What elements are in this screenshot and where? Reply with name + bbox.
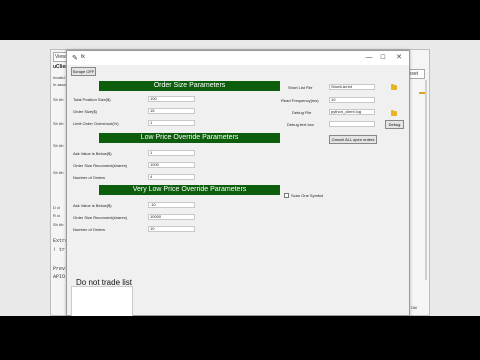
background-mono-line: ! tr [53,247,66,253]
desktop-screen: View uClient Invalid ip In assoc Sh #h S… [0,40,480,316]
background-log-line: Sh #h [53,170,64,175]
maximize-button[interactable]: ☐ [377,53,389,63]
short-list-label: Short List File [288,85,313,90]
read-frequency-label: Read Frequency(ms) [281,98,319,103]
scan-one-symbol-checkbox[interactable] [284,193,289,198]
low-size-field[interactable]: 1000 [148,162,195,168]
feather-icon: ✎ [72,55,78,62]
background-mono-line: APIO [53,274,66,280]
very-low-number-field[interactable]: 10 [148,226,195,232]
low-ask-field[interactable]: 1 [148,150,195,156]
background-log-line: Sh #h [53,143,64,148]
cancel-all-orders-button[interactable]: Cancel ALL open orders [329,135,377,144]
total-position-field[interactable]: 100 [148,96,195,102]
short-list-field[interactable]: ShortList.txt [329,84,375,90]
very-low-size-field[interactable]: 10000 [148,214,195,220]
scrape-toggle-button[interactable]: Scrape OFF [71,67,96,76]
very-low-ask-label: Ask Value is Below($) [73,203,112,208]
background-log-line: R cl [53,213,60,218]
debug-button[interactable]: Debug [385,120,404,129]
video-letterbox-top [0,0,480,40]
background-log-line: Sh #h [53,97,64,102]
low-price-header: Low Price Override Parameters [99,133,280,143]
folder-icon[interactable] [391,110,397,116]
order-size-label: Order Size($) [73,109,98,114]
debug-file-field[interactable]: python_client.log [329,109,375,115]
total-position-label: Total Position Size($) [73,97,111,102]
limit-overshoot-field[interactable]: 1 [148,120,195,126]
order-size-field[interactable]: 15 [148,108,195,114]
order-size-header: Order Size Parameters [99,81,280,91]
tk-dialog-window: ✎ tk — ☐ ✕ Scrape OFF Order Size Paramet… [66,50,410,316]
background-bottom-label: Obi [410,305,417,310]
scan-one-symbol-label: Scan One Symbol [291,193,324,198]
background-scrollbar[interactable] [425,80,427,280]
minimize-button[interactable]: — [363,53,375,63]
low-number-label: Number of Orders [73,175,106,180]
very-low-size-label: Order Size Reconnect(shares) [73,215,128,220]
low-number-field[interactable]: 4 [148,174,195,180]
background-log-line: D cl [53,205,60,210]
video-letterbox-bottom [0,316,480,360]
very-low-number-label: Number of Orders [73,227,106,232]
debug-file-label: Debug File [292,110,312,115]
limit-overshoot-label: Limit Order Overshoot(%) [73,121,119,126]
read-frequency-field[interactable]: 10 [329,97,375,103]
background-log-line: Sh #h [53,222,64,227]
very-low-price-header: Very Low Price Override Parameters [99,185,280,195]
low-size-label: Order Size Reconnect(shares) [73,163,128,168]
window-titlebar[interactable]: ✎ tk — ☐ ✕ [67,51,409,65]
background-log-line: Sh #h [53,121,64,126]
debug-text-label: Debug text box [287,122,314,127]
close-button[interactable]: ✕ [393,53,405,63]
low-ask-label: Ask Value is Below($) [73,151,112,156]
window-title: tk [81,54,85,60]
debug-text-field[interactable] [329,121,375,127]
very-low-ask-field[interactable]: .10 [148,202,195,208]
do-not-trade-list[interactable] [71,286,133,316]
folder-icon[interactable] [391,84,397,90]
